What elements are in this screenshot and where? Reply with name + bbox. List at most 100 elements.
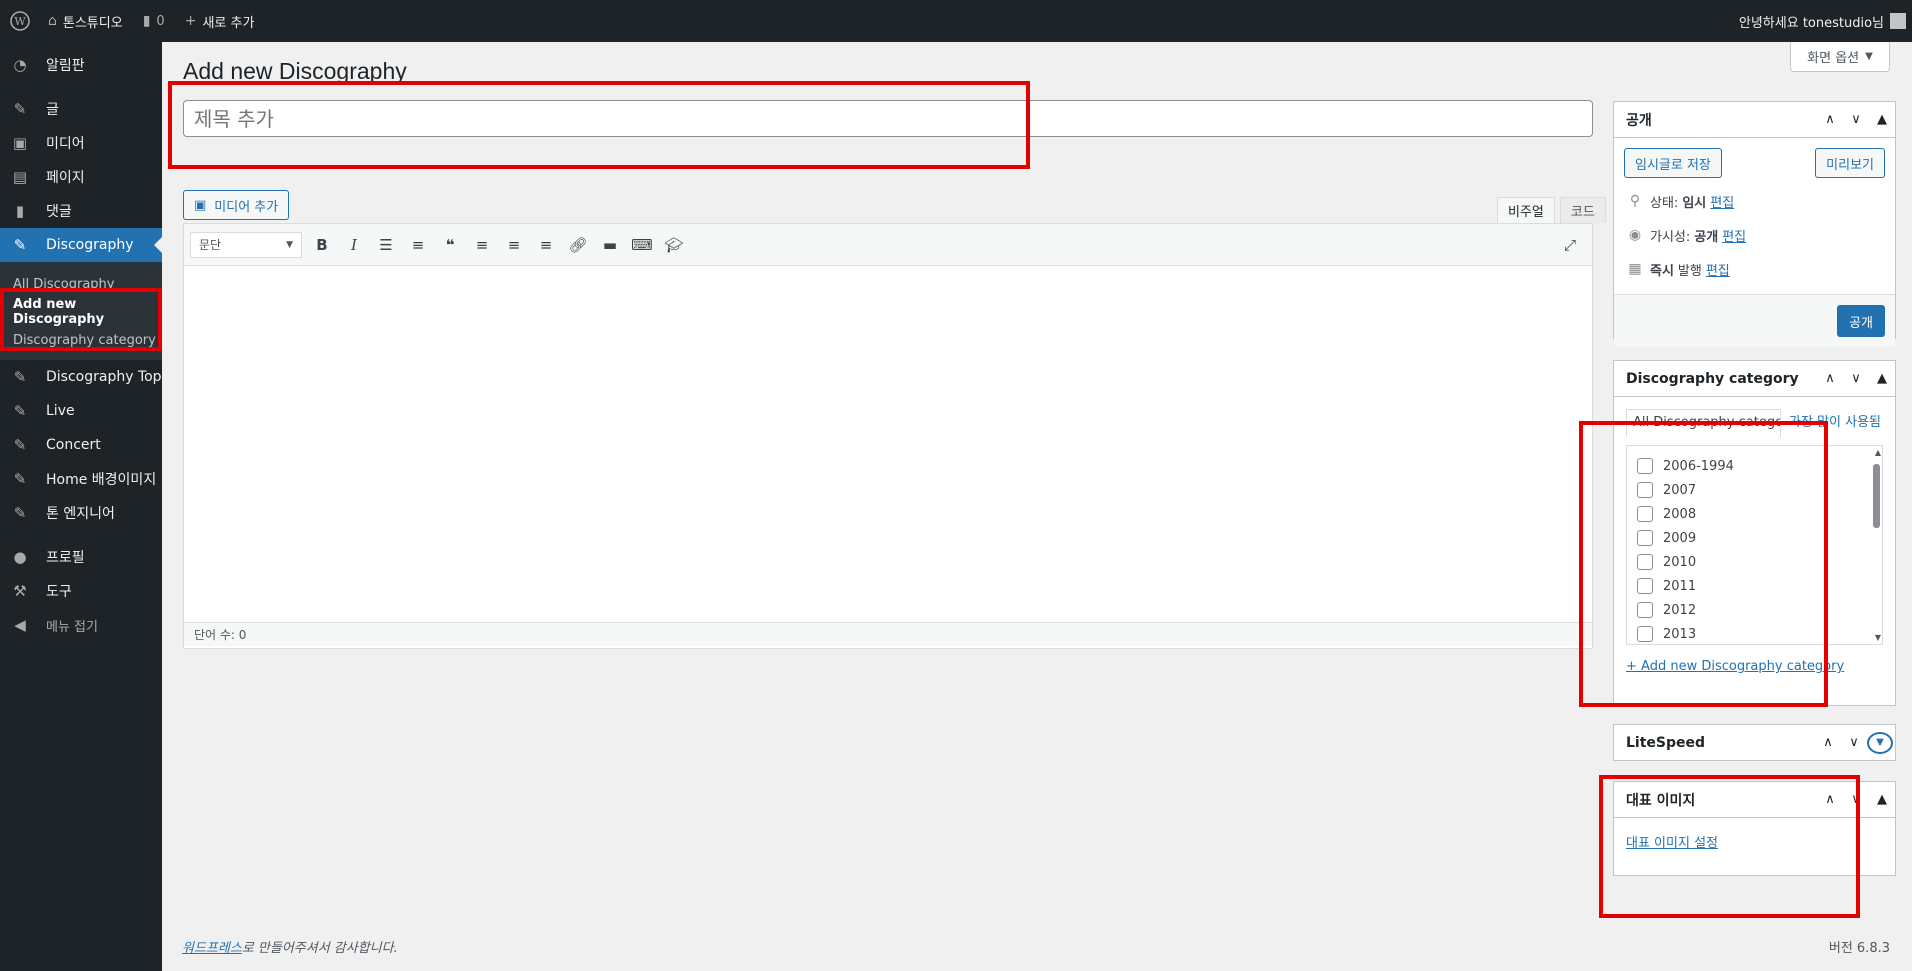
pin-icon: ✎ [13, 236, 27, 254]
category-checkbox[interactable] [1637, 506, 1653, 522]
move-down-icon[interactable]: ∨ [1843, 112, 1869, 127]
sidebar-item-tone-engineer[interactable]: ✎ 톤 엔지니어 [0, 496, 162, 530]
site-name-link[interactable]: ⌂ 톤스튜디오 [38, 0, 133, 42]
sidebar-item-comments[interactable]: ▮ 댓글 [0, 194, 162, 228]
category-checkbox[interactable] [1637, 626, 1653, 642]
sidebar-item-home-background[interactable]: ✎ Home 배경이미지 [0, 462, 162, 496]
edit-visibility-link[interactable]: 편집 [1722, 226, 1746, 245]
move-up-icon[interactable]: ∧ [1817, 112, 1843, 127]
category-checkbox[interactable] [1637, 530, 1653, 546]
pin-icon: ✎ [13, 368, 27, 386]
move-up-icon[interactable]: ∧ [1815, 735, 1841, 750]
submenu-discography-category[interactable]: Discography category [0, 326, 162, 354]
comments-link[interactable]: ▮ 0 [133, 0, 175, 42]
plus-icon: + [184, 13, 197, 29]
category-scrollbar[interactable]: ▲ ▼ [1870, 446, 1882, 644]
submenu-add-new-discography[interactable]: Add new Discography [0, 297, 162, 327]
submenu-all-discography[interactable]: All Discography [0, 270, 162, 298]
post-title-input[interactable] [183, 100, 1593, 137]
visibility-row: ◉ 가시성: 공개 편집 [1614, 218, 1895, 252]
sidebar-item-label: 프로필 [46, 550, 85, 566]
add-media-button[interactable]: ▣ 미디어 추가 [183, 190, 290, 220]
collapse-toggle-icon[interactable]: ▲ [1869, 792, 1895, 807]
new-content-link[interactable]: + 새로 추가 [175, 0, 265, 42]
dashboard-icon: ◔ [13, 56, 27, 74]
sidebar-item-tools[interactable]: ⚒ 도구 [0, 574, 162, 608]
wordpress-link[interactable]: 워드프레스 [182, 941, 242, 956]
edit-publish-time-link[interactable]: 편집 [1706, 260, 1730, 279]
list-item: 2013 [1627, 622, 1882, 644]
add-new-category-link[interactable]: + Add new Discography category [1626, 659, 1844, 674]
tab-code[interactable]: 코드 [1559, 197, 1606, 223]
collapse-menu-button[interactable]: ◀ 메뉴 접기 [0, 608, 162, 642]
move-up-icon[interactable]: ∧ [1817, 371, 1843, 386]
category-label: 2008 [1663, 506, 1697, 522]
pin-icon: ✎ [13, 402, 27, 420]
litespeed-box: LiteSpeed ∧ ∨ ▼ [1613, 724, 1896, 761]
category-checkbox[interactable] [1637, 578, 1653, 594]
sidebar-item-discography[interactable]: ✎ Discography [0, 228, 162, 262]
bold-icon[interactable]: B [306, 230, 338, 260]
save-draft-button[interactable]: 임시글로 저장 [1624, 148, 1722, 178]
sidebar-item-live[interactable]: ✎ Live [0, 394, 162, 428]
tab-most-used[interactable]: 가장 많이 사용됨 [1781, 409, 1881, 432]
editor-content-area[interactable] [184, 266, 1592, 622]
format-select-value: 문단 [199, 238, 222, 252]
collapse-toggle-icon[interactable]: ▲ [1869, 371, 1895, 386]
collapse-toggle-icon[interactable]: ▲ [1869, 112, 1895, 127]
wrench-icon: ⚒ [13, 582, 27, 600]
format-select[interactable]: 문단 ▼ [190, 231, 302, 258]
editor-tabs: 비주얼 코드 [1492, 197, 1606, 223]
tab-all-categories[interactable]: All Discography category [1626, 409, 1781, 437]
sidebar-item-dashboard[interactable]: ◔ 알림판 [0, 48, 162, 82]
sidebar-item-posts[interactable]: ✎ 글 [0, 92, 162, 126]
sidebar-item-concert[interactable]: ✎ Concert [0, 428, 162, 462]
pin-icon: ⚲ [1629, 193, 1641, 209]
move-down-icon[interactable]: ∨ [1843, 792, 1869, 807]
graduation-cap-icon[interactable]: 🎓︎ [658, 230, 690, 260]
chevron-down-icon: ▼ [286, 239, 293, 250]
sidebar-item-profile[interactable]: ● 프로필 [0, 540, 162, 574]
scroll-down-icon[interactable]: ▼ [1875, 633, 1881, 642]
sidebar-item-media[interactable]: ▣ 미디어 [0, 126, 162, 160]
category-checkbox[interactable] [1637, 554, 1653, 570]
bullet-list-icon[interactable]: ☰ [370, 230, 402, 260]
move-down-icon[interactable]: ∨ [1843, 371, 1869, 386]
screen-options-button[interactable]: 화면 옵션 ▼ [1790, 42, 1890, 72]
publish-time-value: 즉시 [1650, 263, 1674, 279]
set-featured-image-link[interactable]: 대표 이미지 설정 [1626, 836, 1718, 851]
numbered-list-icon[interactable]: ≡ [402, 230, 434, 260]
move-down-icon[interactable]: ∨ [1841, 735, 1867, 750]
align-center-icon[interactable]: ≡ [498, 230, 530, 260]
svg-text:W: W [14, 15, 26, 28]
category-label: 2011 [1663, 578, 1697, 594]
collapse-icon: ◀ [14, 616, 26, 634]
my-account-link[interactable]: 안녕하세요 tonestudio님 [1729, 0, 1912, 42]
toolbar-toggle-icon[interactable]: ⌨ [626, 230, 658, 260]
scroll-thumb[interactable] [1873, 464, 1880, 528]
visibility-label: 가시성: [1650, 229, 1691, 245]
collapse-menu-label: 메뉴 접기 [46, 619, 98, 635]
scroll-up-icon[interactable]: ▲ [1875, 448, 1881, 457]
wordpress-logo-icon[interactable]: W [2, 0, 38, 42]
category-checkbox[interactable] [1637, 482, 1653, 498]
pin-icon: ✎ [13, 504, 27, 522]
link-icon[interactable]: 🔗︎ [562, 230, 594, 260]
italic-icon[interactable]: I [338, 230, 370, 260]
category-checkbox[interactable] [1637, 602, 1653, 618]
preview-button[interactable]: 미리보기 [1815, 148, 1885, 178]
tab-visual[interactable]: 비주얼 [1497, 197, 1555, 223]
fullscreen-icon[interactable]: ⤢ [1554, 230, 1586, 260]
sidebar-item-pages[interactable]: ▤ 페이지 [0, 160, 162, 194]
read-more-icon[interactable]: ▬ [594, 230, 626, 260]
expand-toggle-icon[interactable]: ▼ [1867, 731, 1893, 754]
align-right-icon[interactable]: ≡ [530, 230, 562, 260]
pin-icon: ✎ [13, 436, 27, 454]
sidebar-item-discography-top[interactable]: ✎ Discography Top [0, 360, 162, 394]
edit-status-link[interactable]: 편집 [1710, 192, 1734, 211]
category-checkbox[interactable] [1637, 458, 1653, 474]
blockquote-icon[interactable]: ❝ [434, 230, 466, 260]
publish-button[interactable]: 공개 [1837, 305, 1885, 337]
move-up-icon[interactable]: ∧ [1817, 792, 1843, 807]
align-left-icon[interactable]: ≡ [466, 230, 498, 260]
